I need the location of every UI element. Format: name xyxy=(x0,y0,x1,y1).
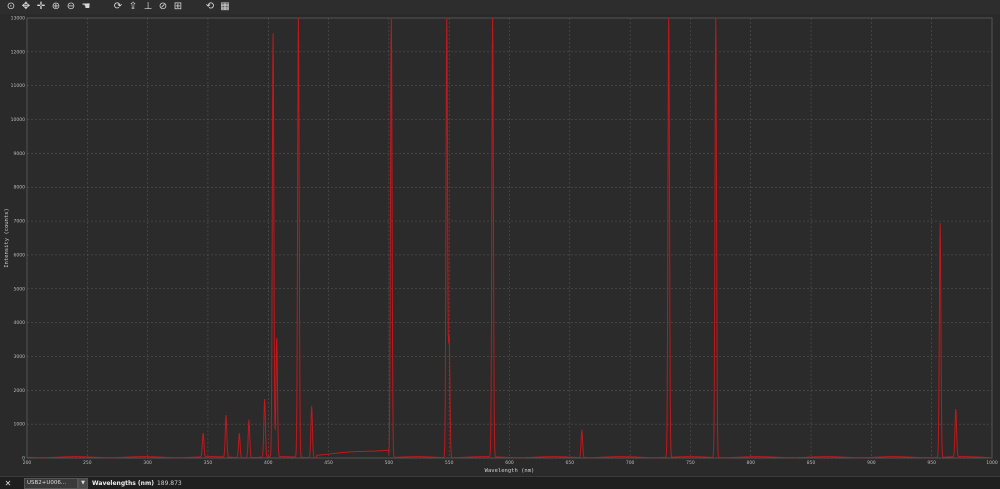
table-icon[interactable]: ▦ xyxy=(219,1,231,13)
spectrum-peak-point xyxy=(297,17,300,19)
hand-icon[interactable]: ☚ xyxy=(80,1,92,13)
y-tick-label: 0 xyxy=(22,456,25,462)
move-crosshair-icon[interactable]: ✛ xyxy=(35,1,47,13)
spectrum-peak-point xyxy=(955,409,957,411)
chevron-down-icon[interactable]: ▼ xyxy=(78,477,88,489)
y-tick-label: 11000 xyxy=(11,83,25,89)
x-tick-label: 400 xyxy=(264,460,273,466)
y-tick-label: 10000 xyxy=(11,117,25,123)
status-bar: ✕ USB2+U006... ▼ Wavelengths (nm) 189.87… xyxy=(0,476,1000,489)
spectrum-peak-point xyxy=(238,432,240,435)
y-tick-label: 7000 xyxy=(14,219,26,225)
spectrum-peak-point xyxy=(202,432,204,435)
spectrum-peak-point xyxy=(225,414,227,417)
x-tick-label: 550 xyxy=(445,460,454,466)
close-icon[interactable]: ✕ xyxy=(2,477,14,489)
x-tick-label: 1000 xyxy=(986,460,998,466)
y-tick-label: 3000 xyxy=(14,354,26,360)
y-tick-label: 13000 xyxy=(11,16,25,22)
spectrum-peak-point xyxy=(668,17,670,19)
graticule-icon[interactable]: ⊞ xyxy=(172,1,184,13)
x-axis-label: Wavelength (nm) xyxy=(485,468,535,474)
refresh-icon[interactable]: ⟳ xyxy=(112,1,124,13)
x-tick-label: 300 xyxy=(143,460,152,466)
export-icon[interactable]: ⇪ xyxy=(127,1,139,13)
x-tick-label: 600 xyxy=(505,460,514,466)
x-tick-label: 700 xyxy=(626,460,635,466)
spectrum-peak-point xyxy=(248,419,250,421)
y-tick-label: 4000 xyxy=(14,320,26,326)
spectrum-peak-point xyxy=(939,223,941,225)
y-axis-label: Intensity (counts) xyxy=(4,208,10,268)
spectrum-peak-point xyxy=(446,17,448,19)
spectrum-plot-area[interactable]: 200 250 300 350 400 450 500 550 600 650 700 750 800 8… xyxy=(0,14,1000,476)
y-tick-label: 12000 xyxy=(11,49,25,55)
spectrum-peak-point xyxy=(272,33,274,35)
zoom-in-icon[interactable]: ⊕ xyxy=(50,1,62,13)
y-tick-label: 1000 xyxy=(14,422,26,428)
spectrum-peak-point xyxy=(715,17,717,19)
x-tick-label: 350 xyxy=(204,460,213,466)
x-tick-label: 500 xyxy=(385,460,394,466)
spectrum-peak-point xyxy=(581,429,583,431)
spectrum-peak-point xyxy=(492,17,494,19)
x-tick-label: 650 xyxy=(566,460,575,466)
spectrum-peak-point xyxy=(390,17,392,19)
y-tick-label: 5000 xyxy=(14,286,26,292)
x-axis-unit-label: Wavelengths (nm) xyxy=(92,479,154,487)
x-tick-label: 900 xyxy=(867,460,876,466)
sync-icon[interactable]: ⟲ xyxy=(204,1,216,13)
pan-icon[interactable]: ✥ xyxy=(20,1,32,13)
spectrum-peak-point xyxy=(448,338,450,340)
y-tick-label: 2000 xyxy=(14,388,26,394)
x-tick-label: 250 xyxy=(83,460,92,466)
x-tick-label: 750 xyxy=(686,460,695,466)
reset-view-icon[interactable]: ⊙ xyxy=(5,1,17,13)
x-tick-label: 450 xyxy=(324,460,333,466)
spectrum-peak-point xyxy=(311,405,313,407)
x-tick-label: 800 xyxy=(746,460,755,466)
no-entry-icon[interactable]: ⊘ xyxy=(157,1,169,13)
baseline-icon[interactable]: ⊥ xyxy=(142,1,154,13)
x-tick-label: 950 xyxy=(927,460,936,466)
spectrum-chart[interactable]: 200 250 300 350 400 450 500 550 600 650 700 750 800 8… xyxy=(0,14,1000,476)
y-tick-label: 9000 xyxy=(14,151,26,157)
y-tick-label: 6000 xyxy=(14,252,26,258)
x-tick-label: 850 xyxy=(807,460,816,466)
plot-toolbar: ⊙ ✥ ✛ ⊕ ⊖ ☚ ⟳ ⇪ ⊥ ⊘ ⊞ ⟲ ▦ xyxy=(0,0,1000,14)
zoom-out-icon[interactable]: ⊖ xyxy=(65,1,77,13)
device-select[interactable]: USB2+U006... xyxy=(24,477,78,489)
spectrum-peak-point xyxy=(264,399,266,401)
y-tick-label: 8000 xyxy=(14,185,26,191)
spectrum-peak-point xyxy=(276,338,278,340)
cursor-wavelength-value: 189.873 xyxy=(156,479,182,487)
